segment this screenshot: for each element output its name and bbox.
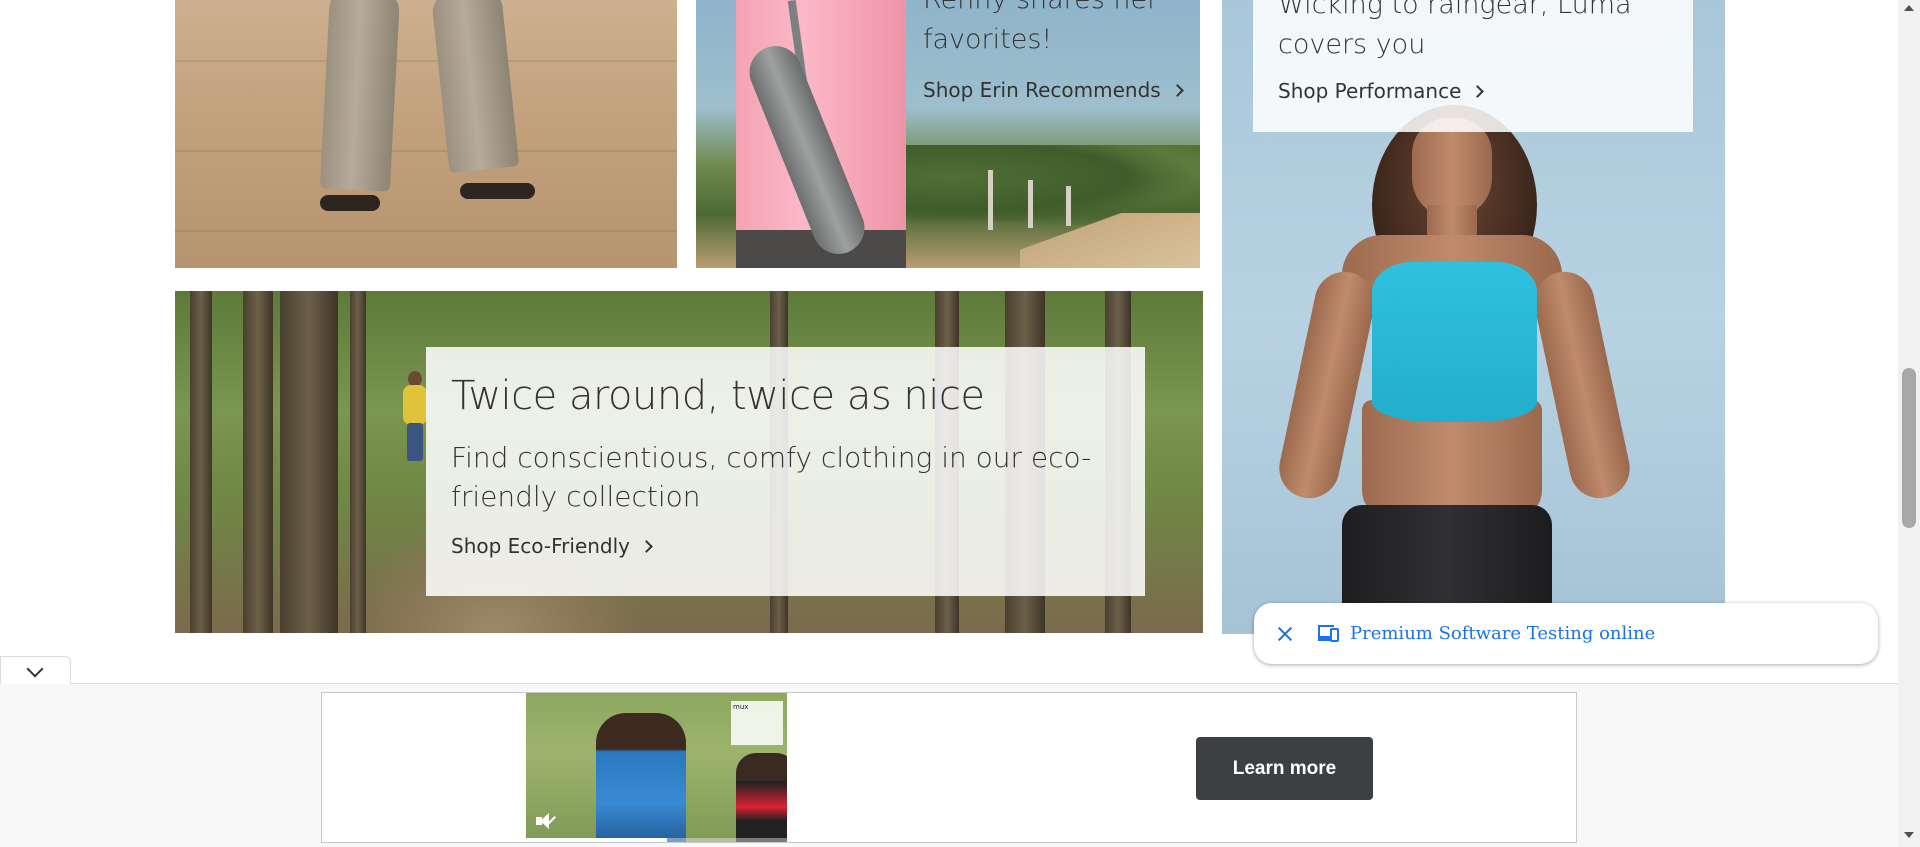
sandal [320,195,380,211]
face [1412,118,1492,218]
video-athlete-2 [736,753,787,842]
muted-speaker-icon[interactable] [534,811,558,831]
walking-person [403,371,427,461]
learn-more-button[interactable]: Learn more [1196,737,1373,800]
ad-divider [0,683,1898,684]
promo-eco-content: Twice around, twice as nice Find conscie… [426,347,1145,596]
sports-bra [1372,262,1537,422]
cta-label: Shop Erin Recommends [923,78,1161,102]
promo-erin-heading: Renny shares her favorites! [923,0,1158,55]
fence-post [1028,180,1033,228]
devices-icon [1318,624,1340,643]
promo-erin-content: Renny shares her favorites! Shop Erin Re… [923,0,1184,102]
yellow-shirt [403,385,427,425]
scroll-down-arrow-icon[interactable] [1904,832,1914,838]
scroll-up-arrow-icon[interactable] [1904,5,1914,11]
tree-trunk [190,291,212,633]
shop-erin-recommends-link[interactable]: Shop Erin Recommends [923,78,1184,102]
chevron-right-icon [1471,84,1485,98]
scrollbar-thumb[interactable] [1902,368,1916,528]
pant-leg [319,0,401,192]
cta-label: Shop Performance [1278,79,1462,103]
arm-right [1528,266,1636,504]
fence-post [988,170,993,230]
trail [1020,213,1200,268]
tree-trunk [280,291,338,633]
sand-texture [175,150,677,152]
promo-image-pants[interactable] [175,0,677,268]
jeans [407,423,423,461]
tree-trunk [350,291,366,633]
video-badge: mux [731,701,783,745]
ad-video[interactable]: mux [526,693,787,842]
sand-texture [175,60,677,62]
chevron-down-icon [26,660,44,678]
sponsored-toast: Premium Software Testing online [1254,603,1878,664]
cta-label: Shop Eco-Friendly [451,534,631,558]
promo-performance-content: Wicking to raingear, Luma covers you Sho… [1253,0,1693,132]
close-icon[interactable] [1274,623,1296,645]
pant-leg [430,0,520,174]
promo-performance-heading: Wicking to raingear, Luma covers you [1278,0,1632,60]
ad-collapse-tab[interactable] [0,656,71,684]
video-progress[interactable] [526,838,787,842]
toast-link[interactable]: Premium Software Testing online [1350,623,1655,644]
promo-eco-heading: Twice around, twice as nice [451,373,985,419]
shop-performance-link[interactable]: Shop Performance [1278,79,1485,103]
shop-eco-friendly-link[interactable]: Shop Eco-Friendly [451,534,653,558]
video-badge-text: mux [733,703,749,711]
chevron-right-icon [640,539,653,553]
video-progress-fill [526,838,667,842]
sand-texture [175,230,677,232]
fence-post [1066,186,1071,226]
chevron-right-icon [1170,83,1184,97]
page-scrollbar[interactable] [1898,0,1920,847]
sandal [460,183,535,199]
tree-trunk [243,291,273,633]
promo-eco-subheading: Find conscientious, comfy clothing in ou… [451,441,1092,513]
ad-frame[interactable] [321,692,1577,843]
video-athlete [596,713,686,842]
